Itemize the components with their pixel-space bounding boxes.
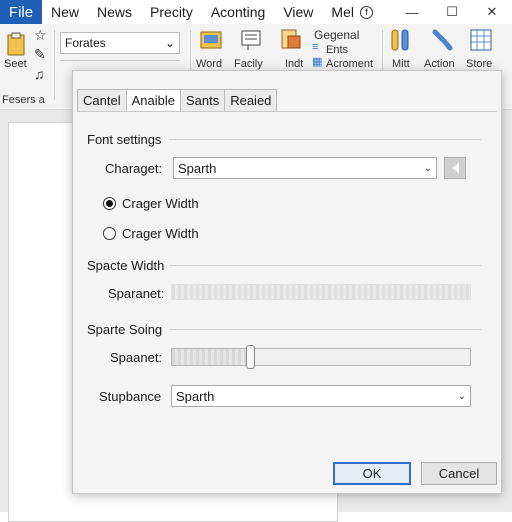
ribbon-label-indt[interactable]: Indt [285,58,303,70]
ribbon-label-seet: Seet [4,58,27,70]
radio-button-selected[interactable] [103,197,116,210]
ribbon-label-mitt[interactable]: Mitt [392,58,410,70]
ribbon-group-fesers: Fesers a [2,94,45,106]
close-button[interactable]: ✕ [472,0,512,24]
slider-thumb[interactable] [246,345,255,369]
section-font-settings-title: Font settings [87,132,162,147]
menu-precity[interactable]: Precity [141,4,202,20]
tab-cantel[interactable]: Cantel [77,89,127,111]
music-icon[interactable]: ♫ [34,66,45,82]
minimize-button[interactable]: — [392,0,432,24]
ribbon-separator [54,30,55,100]
menu-file[interactable]: File [0,0,42,24]
menu-view[interactable]: View [274,4,322,20]
chevron-down-icon: ⌄ [423,162,432,174]
menu-news[interactable]: News [88,4,141,20]
pen-icon[interactable]: ✎ [34,46,46,63]
radio-crager-width-2[interactable]: Crager Width [103,226,199,241]
indt-icon[interactable] [280,28,302,52]
word-icon[interactable] [200,28,222,52]
section-rule [169,139,481,140]
arrow-left-button[interactable] [444,157,466,179]
ribbon-label-action[interactable]: Action [424,58,455,70]
list-icon: ≡ [312,41,319,53]
charaget-value: Sparth [178,160,217,176]
spaanet-slider[interactable] [171,345,471,369]
charaget-select[interactable]: Sparth ⌄ [173,157,437,179]
chevron-down-icon: ⌄ [164,36,175,50]
tab-anaible[interactable]: Anaible [125,89,181,111]
tab-reaied[interactable]: Reaied [224,89,278,111]
menu-bar: File New News Precity Aconting View Mel … [0,0,512,24]
maximize-button[interactable]: ☐ [432,0,472,24]
radio-label: Crager Width [122,196,199,211]
section-rule [169,329,481,330]
ribbon-label-facily[interactable]: Facily [234,58,263,70]
sparanet-slider-disabled [171,284,471,300]
slider-fill [172,349,250,365]
radio-label: Crager Width [122,226,199,241]
stupbance-label: Stupbance [99,389,162,404]
font-combo-value: Forates [65,36,106,50]
radio-crager-width-1[interactable]: Crager Width [103,196,199,211]
menu-mel[interactable]: Mel [322,4,358,20]
ribbon-label-ents[interactable]: Ents [326,44,348,56]
window-controls: — ☐ ✕ [392,0,512,24]
stupbance-select[interactable]: Sparth ⌄ [171,385,471,407]
ribbon-label-gegenal[interactable]: Gegenal [314,28,359,42]
action-icon[interactable] [432,28,454,52]
dialog-tabs: Cantel Anaible Sants Reaied [77,89,278,111]
font-settings-dialog: Cantel Anaible Sants Reaied Font setting… [72,70,502,494]
tab-sants[interactable]: Sants [179,89,226,111]
star-icon[interactable]: ☆ [34,27,47,44]
stupbance-value: Sparth [176,388,215,404]
mitt-icon[interactable] [390,28,412,52]
store-icon[interactable] [470,28,492,52]
chevron-down-icon: ⌄ [457,390,466,402]
help-icon[interactable]: f [359,5,373,19]
radio-dot [106,200,113,207]
section-spacte-width-title: Spacte Width [87,258,165,273]
ok-button[interactable]: OK [333,462,411,485]
arrow-left-icon [451,163,459,173]
section-rule [169,265,481,266]
paste-icon[interactable] [6,32,28,56]
spaanet-label: Spaanet: [110,350,163,365]
ribbon-label-acroment[interactable]: Acroment [326,58,373,70]
section-sparte-soing-title: Sparte Soing [87,322,163,337]
tab-divider [77,111,497,112]
sparanet-label: Sparanet: [108,286,165,301]
font-combo[interactable]: Forates ⌄ [60,32,180,54]
font-size-row [60,60,180,70]
cancel-button[interactable]: Cancel [421,462,497,485]
facily-icon[interactable] [240,28,262,52]
radio-button[interactable] [103,227,116,240]
grid-icon: ▦ [312,56,323,68]
charaget-label: Charaget: [105,161,163,176]
menu-new[interactable]: New [42,4,88,20]
menu-aconting[interactable]: Aconting [202,4,274,20]
ribbon-label-store[interactable]: Store [466,58,492,70]
ribbon-label-word[interactable]: Word [196,58,222,70]
